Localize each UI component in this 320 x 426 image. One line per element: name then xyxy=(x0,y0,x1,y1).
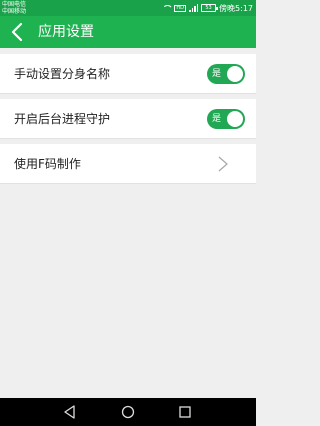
setting-row-f-code[interactable]: 使用F码制作 xyxy=(0,144,256,184)
recents-square-icon xyxy=(179,406,191,418)
setting-row-background-guard[interactable]: 开启后台进程守护 是 xyxy=(0,99,256,139)
setting-label-f-code: 使用F码制作 xyxy=(14,157,81,171)
toggle-value: 是 xyxy=(212,114,222,124)
system-nav-bar xyxy=(0,398,256,426)
page-title: 应用设置 xyxy=(38,24,94,40)
nav-back-button[interactable] xyxy=(62,404,78,420)
network-tag: HD xyxy=(174,4,187,12)
chevron-right-icon xyxy=(218,156,228,172)
nav-home-button[interactable] xyxy=(120,404,136,420)
nav-recents-button[interactable] xyxy=(177,404,193,420)
status-icons: HD 53 傍晚5:17 xyxy=(162,3,253,13)
setting-row-custom-name[interactable]: 手动设置分身名称 是 xyxy=(0,54,256,94)
back-button[interactable] xyxy=(6,20,30,44)
signal-icon xyxy=(189,4,199,12)
background-guard-toggle[interactable]: 是 xyxy=(207,109,245,129)
toggle-value: 是 xyxy=(212,69,222,79)
status-bar: 中国电信 中国移动 HD 53 傍晚5:17 xyxy=(0,0,256,16)
carrier-2: 中国移动 xyxy=(2,8,27,15)
toggle-knob xyxy=(227,111,243,127)
setting-label-custom-name: 手动设置分身名称 xyxy=(14,67,111,81)
home-circle-icon xyxy=(121,405,135,419)
setting-label-background-guard: 开启后台进程守护 xyxy=(14,112,111,126)
carrier-1: 中国电信 xyxy=(2,1,27,8)
status-time: 傍晚5:17 xyxy=(219,3,253,13)
battery-icon: 53 xyxy=(201,4,219,12)
chevron-left-icon xyxy=(11,22,23,42)
app-bar: 应用设置 xyxy=(0,16,256,48)
wifi-icon xyxy=(162,5,171,12)
carrier-info: 中国电信 中国移动 xyxy=(2,1,26,15)
custom-name-toggle[interactable]: 是 xyxy=(207,64,245,84)
back-triangle-icon xyxy=(64,405,75,419)
toggle-knob xyxy=(227,66,243,82)
